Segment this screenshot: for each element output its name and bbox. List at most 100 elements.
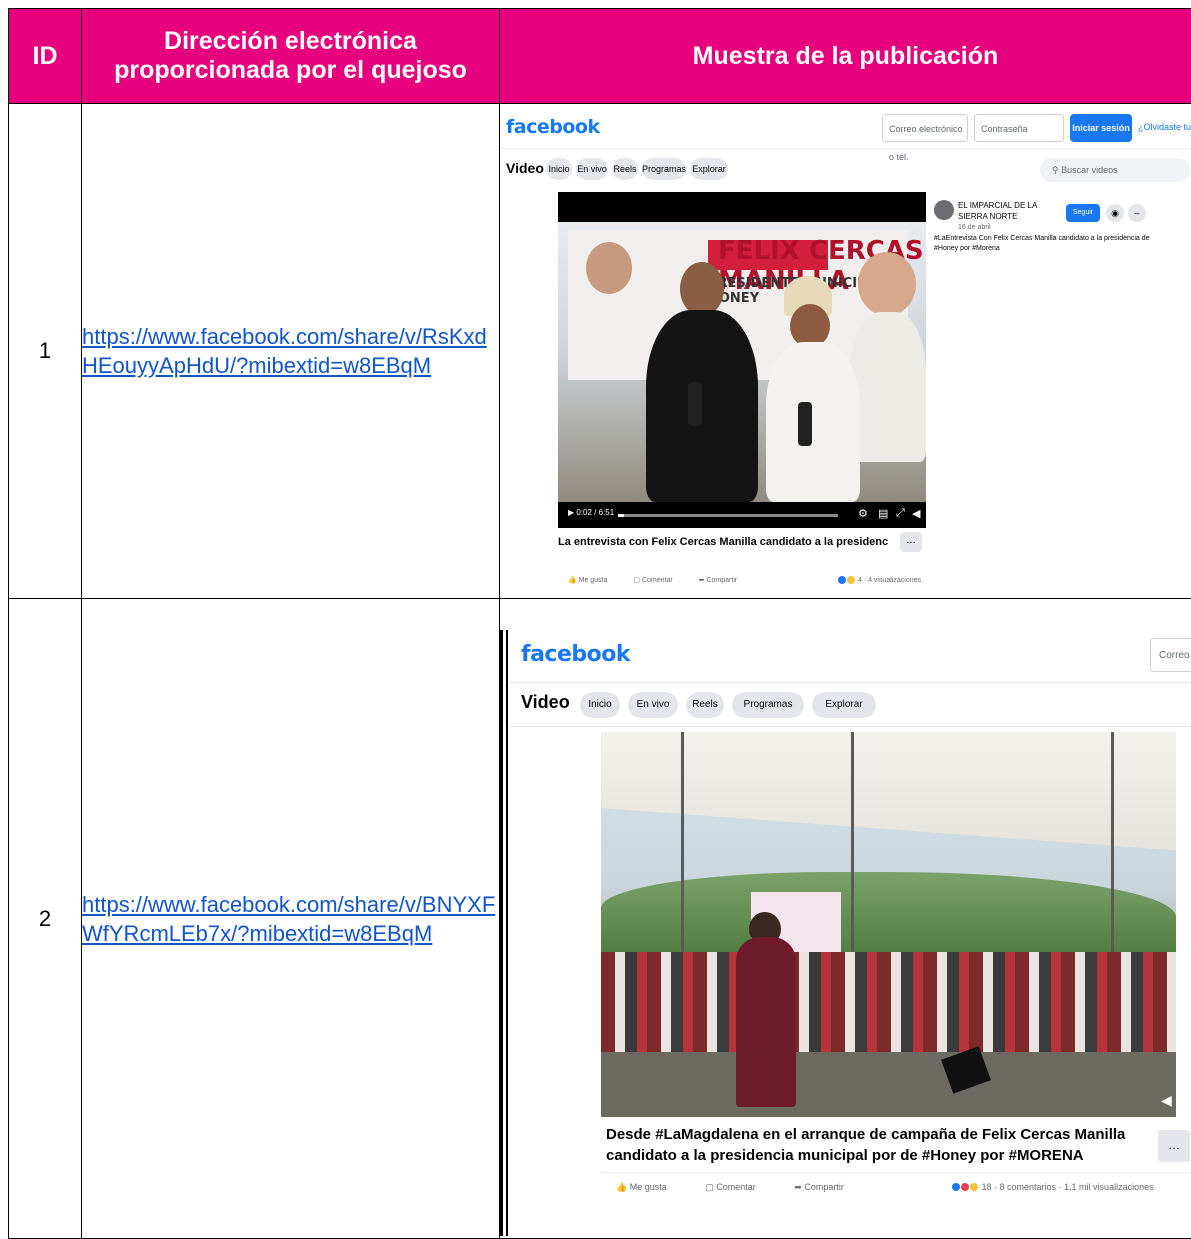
like-label: Me gusta <box>630 1182 667 1192</box>
row-url-cell: https://www.facebook.com/share/v/RsKxdHE… <box>82 104 500 599</box>
settings-icon[interactable]: ⚙ <box>858 507 868 520</box>
row-id: 2 <box>9 599 82 1239</box>
video-caption: Desde #LaMagdalena en el arranque de cam… <box>606 1124 1146 1166</box>
poster-body <box>850 312 926 462</box>
poster-face <box>858 252 916 316</box>
search-input[interactable]: ⚲ Buscar videos <box>1040 158 1190 182</box>
haha-reaction-icon <box>847 576 855 584</box>
nav-tab-inicio[interactable]: Inicio <box>580 692 620 718</box>
video-player[interactable]: ◀ <box>601 732 1176 1117</box>
interviewer <box>646 310 758 502</box>
poster-face <box>586 242 632 294</box>
header-id: ID <box>9 9 82 104</box>
microphone-icon <box>688 382 702 426</box>
page-name[interactable]: EL IMPARCIAL DE LA SIERRA NORTE <box>958 200 1068 222</box>
nav-tab-reels[interactable]: Reels <box>612 158 638 180</box>
topbar-divider <box>500 148 1191 149</box>
share-label: Compartir <box>706 577 737 584</box>
post-description: #LaEntrevista Con Felix Cercas Manilla c… <box>934 234 1154 254</box>
section-title: Video <box>506 160 544 176</box>
nav-tab-programas[interactable]: Programas <box>732 692 804 718</box>
header-url: Dirección electrónica proporcionada por … <box>82 9 500 104</box>
messenger-icon[interactable]: ◉ <box>1106 204 1124 222</box>
publication-sample-cell: facebook Correo electrónico o tel. Contr… <box>500 104 1191 599</box>
facebook-link[interactable]: https://www.facebook.com/share/v/BNYXFWf… <box>82 892 495 946</box>
video-time: ▶ 0:02 / 6:51 <box>568 508 614 517</box>
share-label: Compartir <box>804 1182 844 1192</box>
video-controls: ▶ 0:02 / 6:51 ⚙ ▤ ⤢ ◀ <box>558 502 926 528</box>
forgot-account-link[interactable]: ¿Olvidaste tu cuenta? <box>1138 122 1191 132</box>
email-field[interactable]: Correo <box>1150 638 1191 672</box>
facebook-logo: facebook <box>521 642 630 667</box>
facebook-logo: facebook <box>506 116 600 138</box>
facebook-link[interactable]: https://www.facebook.com/share/v/RsKxdHE… <box>82 324 487 378</box>
search-placeholder: Buscar videos <box>1061 165 1118 175</box>
like-label: Me gusta <box>579 577 608 584</box>
speaker <box>736 937 796 1107</box>
nav-tab-en-vivo[interactable]: En vivo <box>576 158 608 180</box>
action-bar: 👍 Me gusta ▢ Comentar ➦ Compartir <box>568 576 761 584</box>
more-icon[interactable]: – <box>1128 204 1146 222</box>
video-frame: FELIX CERCAS MANILLA PRESIDENTE MUNICIPA… <box>558 222 926 502</box>
trees <box>601 872 1176 962</box>
volume-icon[interactable]: ◀ <box>1161 1092 1172 1109</box>
follow-button[interactable]: Seguir <box>1066 204 1100 222</box>
more-options-button[interactable]: … <box>900 532 922 552</box>
nav-tab-reels[interactable]: Reels <box>686 692 724 718</box>
like-reaction-icon <box>952 1183 960 1191</box>
video-caption: La entrevista con Felix Cercas Manilla c… <box>558 536 888 548</box>
nav-tab-explorar[interactable]: Explorar <box>812 692 876 718</box>
action-bar: 👍 Me gusta ▢ Comentar ➦ Compartir <box>616 1182 880 1193</box>
section-title: Video <box>521 692 570 713</box>
more-options-button[interactable]: … <box>1158 1130 1190 1162</box>
left-border-bar <box>506 630 508 1236</box>
facebook-screenshot: facebook Correo Video Inicio En vivo Ree… <box>500 602 1191 1236</box>
publication-sample-cell: facebook Correo Video Inicio En vivo Ree… <box>500 599 1191 1239</box>
topbar-divider <box>510 682 1191 683</box>
progress-bar[interactable] <box>618 514 838 517</box>
comment-button[interactable]: ▢ Comentar <box>633 577 684 584</box>
facebook-screenshot: facebook Correo electrónico o tel. Contr… <box>500 108 1191 595</box>
candidate-head <box>790 304 830 348</box>
left-border-bar <box>500 630 503 1236</box>
nav-tab-explorar[interactable]: Explorar <box>690 158 728 180</box>
reaction-stats: 4 · 4 visualizaciones <box>838 576 921 584</box>
table-header-row: ID Dirección electrónica proporcionada p… <box>9 9 1191 104</box>
pip-icon[interactable]: ▤ <box>878 507 888 520</box>
candidate <box>766 342 860 502</box>
volume-icon[interactable]: ◀ <box>912 507 920 520</box>
email-field[interactable]: Correo electrónico o tel. <box>882 114 968 142</box>
table-row: 1 https://www.facebook.com/share/v/RsKxd… <box>9 104 1191 599</box>
share-button[interactable]: ➦ Compartir <box>794 1182 862 1192</box>
search-icon: ⚲ <box>1052 165 1059 175</box>
login-button[interactable]: Iniciar sesión <box>1070 114 1132 142</box>
like-button[interactable]: 👍 Me gusta <box>568 577 619 584</box>
row-url-cell: https://www.facebook.com/share/v/BNYXFWf… <box>82 599 500 1239</box>
like-button[interactable]: 👍 Me gusta <box>616 1182 685 1192</box>
like-reaction-icon <box>838 576 846 584</box>
share-button[interactable]: ➦ Compartir <box>699 577 750 584</box>
stats-text: 18 · 8 comentarios · 1,1 mil visualizaci… <box>982 1182 1154 1192</box>
nav-tab-inicio[interactable]: Inicio <box>546 158 572 180</box>
action-divider <box>601 1172 1191 1173</box>
avatar[interactable] <box>934 200 954 220</box>
evidence-table: ID Dirección electrónica proporcionada p… <box>8 8 1191 1239</box>
interviewer-head <box>680 262 724 316</box>
comment-label: Comentar <box>716 1182 756 1192</box>
nav-tab-en-vivo[interactable]: En vivo <box>628 692 678 718</box>
reaction-stats: 18 · 8 comentarios · 1,1 mil visualizaci… <box>952 1182 1154 1192</box>
stats-text: 4 · 4 visualizaciones <box>858 576 921 583</box>
row-id: 1 <box>9 104 82 599</box>
password-field[interactable]: Contraseña <box>974 114 1064 142</box>
progress-fill <box>618 514 624 517</box>
nav-tab-programas[interactable]: Programas <box>642 158 686 180</box>
microphone-icon <box>798 402 812 446</box>
table-row: 2 https://www.facebook.com/share/v/BNYXF… <box>9 599 1191 1239</box>
comment-button[interactable]: ▢ Comentar <box>705 1182 774 1192</box>
haha-reaction-icon <box>970 1183 978 1191</box>
love-reaction-icon <box>961 1183 969 1191</box>
time-text: 0:02 / 6:51 <box>576 508 614 517</box>
fullscreen-icon[interactable]: ⤢ <box>896 507 905 520</box>
post-date: 16 de abril <box>958 224 991 231</box>
video-player[interactable]: FELIX CERCAS MANILLA PRESIDENTE MUNICIPA… <box>558 192 926 528</box>
